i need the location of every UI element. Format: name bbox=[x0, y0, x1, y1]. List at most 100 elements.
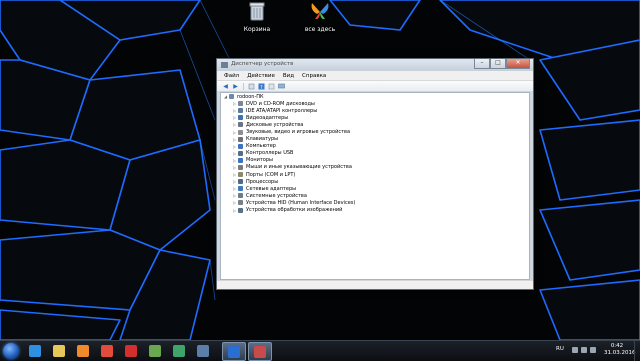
device-category-icon bbox=[238, 200, 243, 206]
clock-time: 0:42 bbox=[610, 343, 624, 349]
media-player-icon bbox=[77, 344, 89, 357]
tree-item-label: Клавиатуры bbox=[246, 136, 279, 143]
tree-item[interactable]: ▷ Видеоадаптеры bbox=[221, 114, 529, 121]
tree-item-label: Мониторы bbox=[246, 157, 273, 164]
taskbar-app-button[interactable] bbox=[48, 342, 70, 359]
desktop-icon-label: все здесь bbox=[304, 26, 336, 33]
close-button[interactable]: ✕ bbox=[506, 59, 530, 69]
tree-item-label: Мыши и иные указывающие устройства bbox=[246, 164, 352, 171]
tree-item-label: Видеоадаптеры bbox=[246, 114, 289, 121]
taskbar-app-button[interactable] bbox=[248, 342, 272, 361]
tree-item-label: Сетевые адаптеры bbox=[246, 185, 297, 192]
device-category-icon bbox=[238, 164, 243, 170]
start-button[interactable] bbox=[3, 343, 19, 359]
tree-item[interactable]: ▷ Мыши и иные указывающие устройства bbox=[221, 164, 529, 171]
device-category-icon bbox=[238, 186, 243, 192]
desktop-icon-recycle-bin[interactable]: Корзина bbox=[227, 0, 287, 33]
menu-view[interactable]: Вид bbox=[283, 73, 294, 79]
tree-item-label: DVD и CD-ROM дисководы bbox=[246, 100, 315, 107]
device-category-icon bbox=[238, 150, 243, 156]
device-category-icon bbox=[238, 179, 243, 185]
taskbar-app-button[interactable] bbox=[168, 342, 190, 359]
toolbar: ◀ ▶ ? bbox=[217, 81, 533, 92]
properties-icon[interactable] bbox=[248, 83, 255, 90]
tree-item[interactable]: ▷ Сетевые адаптеры bbox=[221, 185, 529, 192]
taskbar-app-button[interactable] bbox=[222, 342, 246, 361]
tree-item[interactable]: ▷ IDE ATA/ATAPI контроллеры bbox=[221, 107, 529, 114]
tree-item[interactable]: ▷ Мониторы bbox=[221, 157, 529, 164]
monitor-icon[interactable] bbox=[278, 83, 285, 90]
tray-volume-icon[interactable] bbox=[590, 347, 596, 353]
device-category-icon bbox=[238, 157, 243, 163]
device-category-icon bbox=[238, 129, 243, 135]
tree-item-label: Дисковые устройства bbox=[246, 121, 304, 128]
system-tray bbox=[572, 347, 596, 353]
menu-bar: Файл Действие Вид Справка bbox=[217, 71, 533, 81]
tree-item-label: IDE ATA/ATAPI контроллеры bbox=[246, 107, 318, 114]
back-icon[interactable]: ◀ bbox=[222, 83, 229, 90]
tree-item-label: Процессоры bbox=[246, 178, 279, 185]
device-category-icon bbox=[238, 115, 243, 121]
menu-help[interactable]: Справка bbox=[302, 73, 326, 79]
forward-icon[interactable]: ▶ bbox=[232, 83, 239, 90]
tree-item[interactable]: ▷ Звуковые, видео и игровые устройства bbox=[221, 128, 529, 135]
tree-item[interactable]: ▷ DVD и CD-ROM дисководы bbox=[221, 100, 529, 107]
tree-item-label: Порты (COM и LPT) bbox=[246, 171, 296, 178]
tree-root-label: rodoon-ПК bbox=[237, 93, 264, 100]
device-manager-window: Диспетчер устройств – □ ✕ Файл Действие … bbox=[216, 58, 534, 290]
tree-item[interactable]: ▷ Устройства HID (Human Interface Devices… bbox=[221, 199, 529, 206]
taskbar: RU 0:42 31.03.2016 bbox=[0, 340, 640, 361]
show-desktop-button[interactable] bbox=[634, 341, 640, 361]
tree-item-label: Звуковые, видео и игровые устройства bbox=[246, 129, 351, 136]
tree-item[interactable]: ▷ Устройства обработки изображений bbox=[221, 207, 529, 214]
help-icon[interactable]: ? bbox=[258, 83, 265, 90]
file-explorer-icon bbox=[53, 344, 65, 357]
tray-flag-icon[interactable] bbox=[572, 347, 578, 353]
status-bar bbox=[217, 280, 533, 289]
maximize-button[interactable]: □ bbox=[490, 59, 506, 69]
recycle-bin-icon bbox=[249, 2, 265, 21]
menu-file[interactable]: Файл bbox=[224, 73, 239, 79]
tree-item[interactable]: ▷ Системные устройства bbox=[221, 192, 529, 199]
tree-item[interactable]: ▷ Компьютер bbox=[221, 143, 529, 150]
device-category-icon bbox=[238, 136, 243, 142]
taskbar-app-button[interactable] bbox=[96, 342, 118, 359]
taskbar-app-button[interactable] bbox=[72, 342, 94, 359]
tree-item[interactable]: ▷ Клавиатуры bbox=[221, 136, 529, 143]
window-titlebar[interactable]: Диспетчер устройств – □ ✕ bbox=[217, 59, 533, 71]
chrome-icon bbox=[101, 344, 113, 357]
tree-item-label: Устройства обработки изображений bbox=[246, 207, 343, 214]
taskbar-app-button[interactable] bbox=[24, 342, 46, 359]
tree-item[interactable]: ▷ Дисковые устройства bbox=[221, 121, 529, 128]
tree-item-label: Системные устройства bbox=[246, 192, 307, 199]
device-category-icon bbox=[238, 101, 243, 107]
taskbar-app-button[interactable] bbox=[120, 342, 142, 359]
tree-item-label: Устройства HID (Human Interface Devices) bbox=[246, 199, 356, 206]
menu-action[interactable]: Действие bbox=[247, 73, 275, 79]
computer-icon bbox=[229, 94, 234, 100]
device-category-icon bbox=[238, 122, 243, 128]
device-tree: ◢ rodoon-ПК ▷ DVD и CD-ROM дисководы ▷ IDE … bbox=[220, 92, 530, 280]
language-indicator[interactable]: RU bbox=[556, 346, 564, 352]
tree-item[interactable]: ▷ Процессоры bbox=[221, 178, 529, 185]
desktop-icon-app[interactable]: все здесь bbox=[290, 0, 350, 33]
tray-network-icon[interactable] bbox=[581, 347, 587, 353]
tree-item[interactable]: ▷ Контроллеры USB bbox=[221, 150, 529, 157]
device-category-icon bbox=[238, 172, 243, 178]
taskbar-app-button[interactable] bbox=[192, 342, 214, 359]
device-manager-icon bbox=[254, 345, 266, 358]
clock[interactable]: 0:42 31.03.2016 bbox=[604, 343, 636, 357]
minimize-button[interactable]: – bbox=[474, 59, 490, 69]
refresh-icon[interactable] bbox=[268, 83, 275, 90]
window-title: Диспетчер устройств bbox=[231, 61, 294, 67]
taskbar-app-button[interactable] bbox=[144, 342, 166, 359]
toolbar-separator bbox=[243, 82, 244, 90]
tree-item-label: Компьютер bbox=[246, 143, 276, 150]
desktop-icon-label: Корзина bbox=[243, 26, 271, 33]
tree-root[interactable]: ◢ rodoon-ПК bbox=[221, 93, 529, 100]
svg-text:?: ? bbox=[260, 85, 263, 90]
tree-item[interactable]: ▷ Порты (COM и LPT) bbox=[221, 171, 529, 178]
ie-tab-icon bbox=[197, 344, 209, 357]
device-manager-icon bbox=[221, 62, 228, 68]
opera-icon bbox=[125, 344, 137, 357]
